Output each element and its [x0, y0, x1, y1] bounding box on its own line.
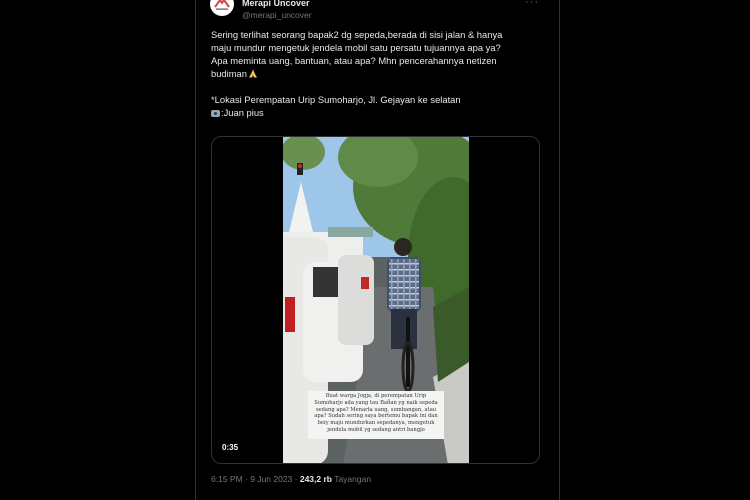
tweet-location: *Lokasi Perempatan Urip Sumoharjo, Jl. G…	[211, 94, 461, 105]
video-caption: Buat warga Jogja, di perempatan Urip Sum…	[308, 391, 444, 439]
author-handle[interactable]: @merapi_uncover	[242, 10, 312, 20]
tweet-text: Sering terlihat seorang bapak2 dg sepeda…	[211, 28, 546, 119]
tweet-card: Merapi Uncover @merapi_uncover ··· Serin…	[195, 0, 560, 500]
author-name[interactable]: Merapi Uncover	[242, 0, 310, 8]
camera-icon	[211, 110, 220, 117]
video-frame[interactable]: Buat warga Jogja, di perempatan Urip Sum…	[283, 137, 469, 463]
video-caption-text: Buat warga Jogja, di perempatan Urip Sum…	[314, 393, 438, 433]
mountain-logo-icon	[214, 0, 230, 10]
folded-hands-icon	[248, 69, 257, 78]
tweet-timestamp[interactable]: 6:15 PM · 9 Jun 2023 ·	[211, 474, 297, 484]
tweet-credit: :Juan pius	[221, 107, 264, 118]
more-options-button[interactable]: ···	[525, 0, 539, 8]
video-player[interactable]: Buat warga Jogja, di perempatan Urip Sum…	[211, 136, 540, 464]
video-duration: 0:35	[222, 443, 239, 452]
view-label: Tayangan	[334, 474, 372, 484]
tweet-body: Sering terlihat seorang bapak2 dg sepeda…	[211, 28, 546, 80]
avatar[interactable]	[210, 0, 234, 16]
tweet-meta: 6:15 PM · 9 Jun 2023 · 243,2 rb Tayangan	[211, 474, 371, 484]
view-count: 243,2 rb	[299, 474, 332, 484]
tweet-credit-line: :Juan pius	[211, 106, 546, 119]
